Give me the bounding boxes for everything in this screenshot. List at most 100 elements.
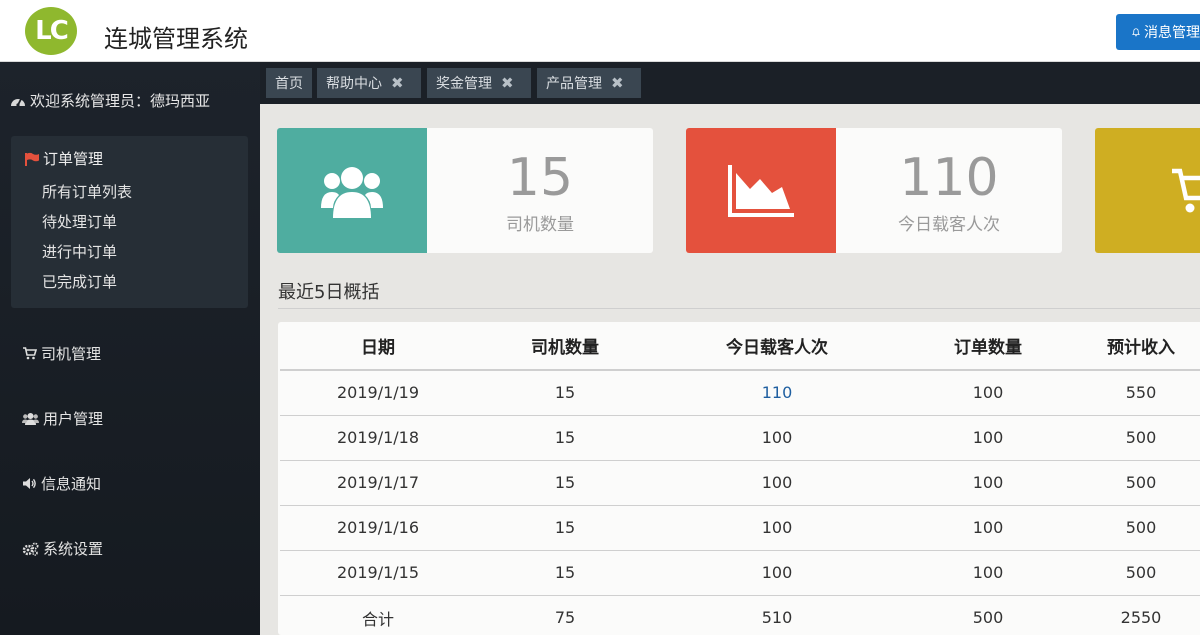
- stat-value: 110: [899, 148, 999, 208]
- column-header-date: 日期: [280, 322, 476, 371]
- stat-card-orders: [1095, 128, 1200, 253]
- tab-bar: 首页 帮助中心 ✖ 奖金管理 ✖ 产品管理 ✖: [260, 62, 1200, 104]
- stat-label: 司机数量: [506, 215, 574, 235]
- cell-total-orders: 500: [900, 595, 1076, 635]
- tab-product-management[interactable]: 产品管理 ✖: [537, 68, 641, 98]
- close-icon[interactable]: ✖: [501, 74, 514, 92]
- section-divider: [278, 308, 1200, 309]
- tab-bonus-management[interactable]: 奖金管理 ✖: [427, 68, 531, 98]
- column-header-passengers: 今日载客人次: [654, 322, 900, 371]
- column-header-drivers: 司机数量: [476, 322, 654, 371]
- cell-date: 2019/1/17: [280, 460, 476, 506]
- cell-orders: 100: [900, 415, 1076, 461]
- app-title: 连城管理系统: [104, 25, 248, 53]
- sidebar-item-settings[interactable]: 系统设置: [22, 538, 103, 559]
- sidebar-item-label: 司机管理: [41, 345, 102, 363]
- flag-icon: [25, 152, 39, 166]
- cell-revenue: 550: [1076, 370, 1200, 416]
- cell-orders: 100: [900, 370, 1076, 416]
- cell-revenue: 500: [1076, 505, 1200, 551]
- cell-total-label: 合计: [280, 595, 476, 635]
- stat-card-drivers: 15 司机数量: [277, 128, 653, 253]
- tab-label: 产品管理: [546, 76, 602, 92]
- bell-icon: [1132, 27, 1140, 36]
- cell-orders: 100: [900, 505, 1076, 551]
- cell-revenue: 500: [1076, 415, 1200, 461]
- tab-label: 奖金管理: [436, 76, 492, 92]
- area-chart-icon: [728, 164, 794, 217]
- tab-help-center[interactable]: 帮助中心 ✖: [317, 68, 421, 98]
- order-management-label: 订单管理: [43, 150, 104, 168]
- volume-icon: [23, 478, 36, 489]
- cell-date: 2019/1/15: [280, 550, 476, 596]
- cell-passengers: 100: [654, 505, 900, 551]
- app-logo[interactable]: LC: [25, 7, 77, 55]
- cell-passengers: 100: [654, 460, 900, 506]
- sidebar-item-label: 系统设置: [43, 540, 104, 558]
- order-management-menu[interactable]: 订单管理: [24, 148, 103, 169]
- cell-drivers: 15: [476, 460, 654, 506]
- dashboard-icon: [11, 98, 25, 107]
- message-button-label: 消息管理: [1144, 25, 1200, 41]
- logo-text: LC: [35, 16, 69, 46]
- submenu-completed-orders[interactable]: 已完成订单: [42, 271, 117, 292]
- cell-drivers: 15: [476, 505, 654, 551]
- sidebar-item-drivers[interactable]: 司机管理: [22, 343, 101, 364]
- table-row: 2019/1/15 15 100 100 500: [280, 550, 1200, 596]
- cell-total-passengers: 510: [654, 595, 900, 635]
- sidebar: 欢迎系统管理员：德玛西亚 订单管理 所有订单列表 待处理订单 进行中订单 已完成…: [0, 62, 260, 635]
- stat-value: 15: [506, 148, 574, 208]
- tab-label: 首页: [275, 76, 303, 92]
- cell-orders: 100: [900, 550, 1076, 596]
- tab-home[interactable]: 首页: [266, 68, 312, 98]
- close-icon[interactable]: ✖: [611, 74, 624, 92]
- section-title: 最近5日概括: [278, 282, 380, 303]
- table-row: 2019/1/18 15 100 100 500: [280, 415, 1200, 461]
- users-icon: [321, 166, 383, 218]
- cell-date: 2019/1/19: [280, 370, 476, 416]
- cell-revenue: 500: [1076, 550, 1200, 596]
- cell-revenue: 500: [1076, 460, 1200, 506]
- cell-passengers: 100: [654, 550, 900, 596]
- stat-label: 今日载客人次: [898, 215, 1000, 235]
- submenu-in-progress-orders[interactable]: 进行中订单: [42, 241, 117, 262]
- table-total-row: 合计 75 510 500 2550: [280, 595, 1200, 635]
- cell-date: 2019/1/16: [280, 505, 476, 551]
- sidebar-item-label: 用户管理: [43, 410, 104, 428]
- gears-icon: [22, 542, 39, 556]
- sidebar-item-label: 信息通知: [41, 475, 102, 493]
- table-row: 2019/1/17 15 100 100 500: [280, 460, 1200, 506]
- table-header-row: 日期 司机数量 今日载客人次 订单数量 预计收入: [280, 322, 1200, 371]
- column-header-orders: 订单数量: [900, 322, 1076, 371]
- cell-date: 2019/1/18: [280, 415, 476, 461]
- cart-icon: [23, 347, 37, 360]
- cart-icon: [1172, 168, 1200, 212]
- tab-label: 帮助中心: [326, 76, 382, 92]
- table-row: 2019/1/19 15 110 100 550: [280, 370, 1200, 416]
- summary-table-panel: 日期 司机数量 今日载客人次 订单数量 预计收入 2019/1/19 15 11…: [278, 322, 1200, 635]
- submenu-pending-orders[interactable]: 待处理订单: [42, 211, 117, 232]
- cell-total-revenue: 2550: [1076, 595, 1200, 635]
- stat-icon-box: [1095, 128, 1200, 253]
- cell-passengers-link[interactable]: 110: [654, 370, 900, 416]
- stat-icon-box: [686, 128, 836, 253]
- top-header: LC 连城管理系统 消息管理: [0, 0, 1200, 62]
- stat-card-passengers: 110 今日载客人次: [686, 128, 1062, 253]
- cell-orders: 100: [900, 460, 1076, 506]
- cell-drivers: 15: [476, 415, 654, 461]
- stat-icon-box: [277, 128, 427, 253]
- summary-table: 日期 司机数量 今日载客人次 订单数量 预计收入 2019/1/19 15 11…: [280, 322, 1200, 635]
- welcome-text: 欢迎系统管理员：德玛西亚: [30, 92, 211, 110]
- table-row: 2019/1/16 15 100 100 500: [280, 505, 1200, 551]
- column-header-revenue: 预计收入: [1076, 322, 1200, 371]
- order-management-group: 订单管理 所有订单列表 待处理订单 进行中订单 已完成订单: [11, 136, 248, 308]
- users-icon: [22, 412, 39, 425]
- cell-drivers: 15: [476, 550, 654, 596]
- sidebar-item-notifications[interactable]: 信息通知: [22, 473, 101, 494]
- submenu-all-orders[interactable]: 所有订单列表: [42, 181, 132, 202]
- cell-drivers: 15: [476, 370, 654, 416]
- sidebar-item-users[interactable]: 用户管理: [22, 408, 103, 429]
- close-icon[interactable]: ✖: [391, 74, 404, 92]
- message-management-button[interactable]: 消息管理: [1116, 14, 1200, 50]
- cell-passengers: 100: [654, 415, 900, 461]
